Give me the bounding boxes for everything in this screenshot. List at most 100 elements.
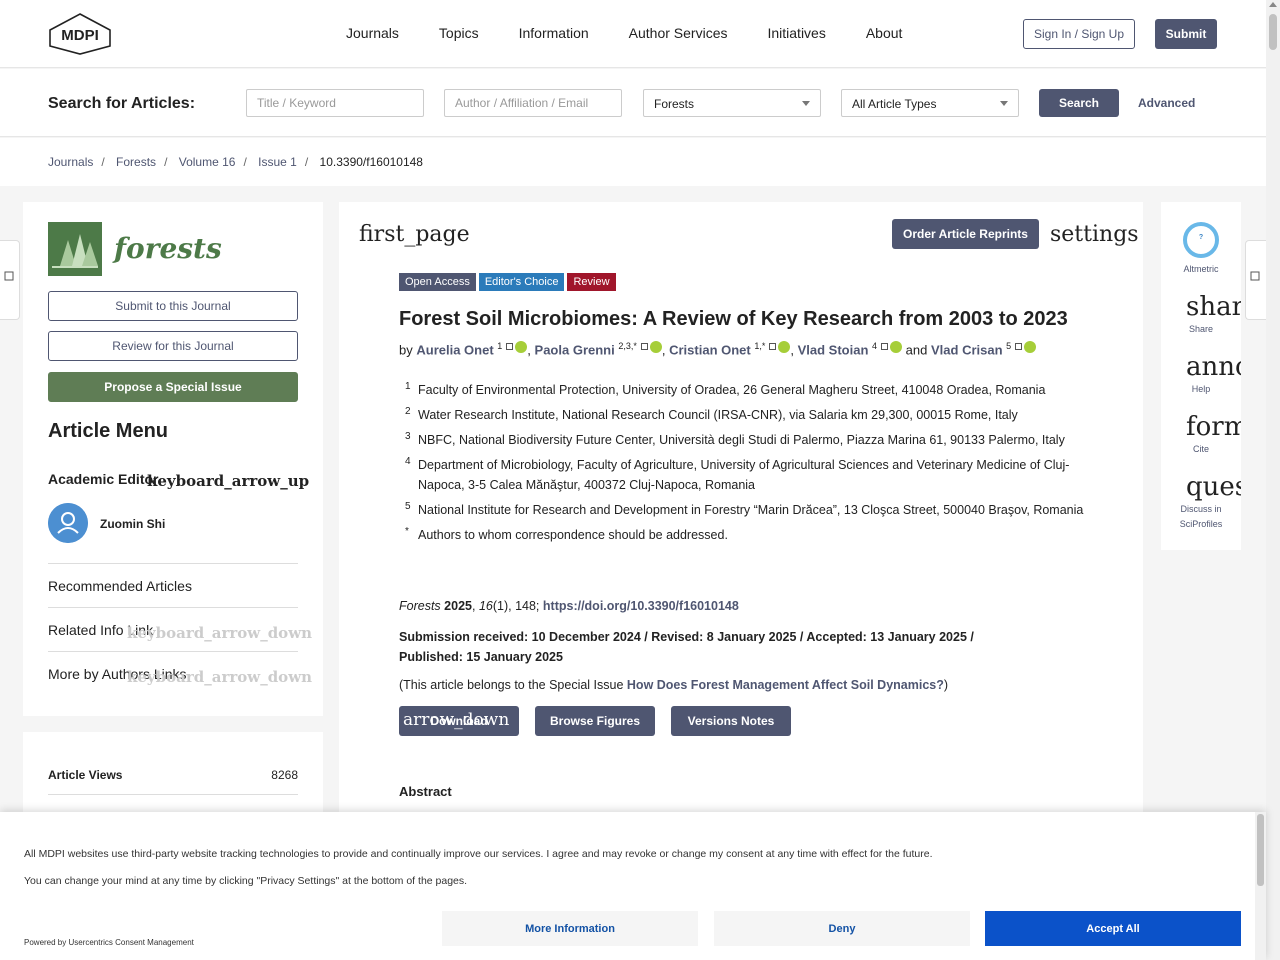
advanced-search-link[interactable]: Advanced <box>1138 96 1195 110</box>
propose-special-issue-button[interactable]: Propose a Special Issue <box>48 372 298 402</box>
affiliation-item: 5 National Institute for Research and Dev… <box>399 500 1089 520</box>
author-sup: 4 <box>872 341 878 351</box>
altmetric-label[interactable]: Altmetric <box>1161 264 1241 274</box>
logo-text: MDPI <box>61 27 99 44</box>
chevron-down-icon <box>1000 101 1008 106</box>
nav-author-services[interactable]: Author Services <box>629 25 728 41</box>
scrollbar-thumb[interactable] <box>1269 14 1277 50</box>
keyboard-arrow-down-icon: keyboard_arrow_down <box>127 624 313 642</box>
affiliation-item: 3 NBFC, National Biodiversity Future Cent… <box>399 430 1089 450</box>
announcement-icon[interactable]: annou <box>1186 352 1241 382</box>
nav-initiatives[interactable]: Initiatives <box>767 25 825 41</box>
orcid-icon[interactable] <box>778 340 791 353</box>
special-issue-link[interactable]: How Does Forest Management Affect Soil D… <box>627 678 944 692</box>
right-side-tab[interactable] <box>1245 240 1266 320</box>
orcid-icon[interactable] <box>1024 340 1037 353</box>
abstract-heading: Abstract <box>399 784 452 799</box>
left-side-tab[interactable] <box>0 240 20 320</box>
affiliation-text: National Institute for Research and Deve… <box>418 503 1084 517</box>
accept-all-button[interactable]: Accept All <box>985 911 1241 946</box>
cite-label[interactable]: Cite <box>1161 444 1241 454</box>
keyboard-arrow-down-icon: keyboard_arrow_down <box>127 668 313 686</box>
journal-name[interactable]: forests <box>114 232 222 265</box>
orcid-icon[interactable] <box>890 340 903 353</box>
help-label[interactable]: Help <box>1161 384 1241 394</box>
author-link[interactable]: Vlad Crisan <box>931 342 1003 357</box>
article-views-label: Article Views <box>48 768 123 782</box>
author-link[interactable]: Aurelia Onet <box>416 342 493 357</box>
keyboard-arrow-up-icon[interactable]: keyboard_arrow_up <box>147 472 309 490</box>
breadcrumb-forests[interactable]: Forests <box>116 155 156 169</box>
consent-scrollbar-thumb[interactable] <box>1257 814 1264 886</box>
first-page-icon[interactable]: first_page <box>359 222 470 247</box>
article-views-value: 8268 <box>271 768 298 782</box>
order-reprints-button[interactable]: Order Article Reprints <box>892 219 1039 249</box>
nav-journals[interactable]: Journals <box>346 25 399 41</box>
author-link[interactable]: Vlad Stoian <box>798 342 869 357</box>
citation-journal: Forests <box>399 599 441 613</box>
review-badge[interactable]: Review <box>567 273 616 291</box>
page-scrollbar[interactable] <box>1266 0 1280 960</box>
affiliation-number: * <box>405 526 409 537</box>
affiliations: 1 Faculty of Environmental Protection, Un… <box>399 380 1089 550</box>
sign-in-button[interactable]: Sign In / Sign Up <box>1023 19 1135 49</box>
more-information-button[interactable]: More Information <box>442 911 698 946</box>
breadcrumb-issue[interactable]: Issue 1 <box>258 155 297 169</box>
title-keyword-input[interactable]: Title / Keyword <box>246 89 424 117</box>
versions-notes-button[interactable]: Versions Notes <box>671 706 791 736</box>
nav-information[interactable]: Information <box>519 25 589 41</box>
question-answer-icon[interactable]: quest <box>1186 472 1241 502</box>
editors-choice-badge[interactable]: Editor's Choice <box>478 273 565 291</box>
nav-topics[interactable]: Topics <box>439 25 479 41</box>
orcid-icon[interactable] <box>649 340 662 353</box>
search-button[interactable]: Search <box>1039 89 1119 117</box>
settings-icon[interactable]: settings <box>1050 222 1139 247</box>
email-icon[interactable] <box>881 343 889 351</box>
doi-link[interactable]: https://doi.org/10.3390/f16010148 <box>543 599 739 613</box>
email-icon[interactable] <box>1015 343 1023 351</box>
article-type-select[interactable]: All Article Types <box>841 89 1019 117</box>
editor-name[interactable]: Zuomin Shi <box>100 517 165 531</box>
article-content: first_page Order Article Reprints settin… <box>339 202 1143 822</box>
panel-icon <box>1250 271 1260 281</box>
author-list: by Aurelia Onet 1, Paola Grenni 2,3,*, C… <box>399 340 1037 357</box>
deny-button[interactable]: Deny <box>714 911 970 946</box>
email-icon[interactable] <box>640 343 648 351</box>
citation-rest: (1), 148; <box>492 599 540 613</box>
author-link[interactable]: Cristian Onet <box>669 342 751 357</box>
submit-button[interactable]: Submit <box>1155 19 1217 49</box>
nav-about[interactable]: About <box>866 25 903 41</box>
journal-select[interactable]: Forests <box>643 89 821 117</box>
scroll-up-arrow-icon[interactable] <box>1269 2 1277 7</box>
affiliation-number: 5 <box>405 501 411 512</box>
consent-scrollbar[interactable] <box>1255 812 1266 960</box>
academic-editor-label[interactable]: Academic Editor <box>48 471 158 487</box>
open-access-badge[interactable]: Open Access <box>399 273 476 291</box>
breadcrumb-journals[interactable]: Journals <box>48 155 93 169</box>
share-icon[interactable]: share <box>1186 292 1241 322</box>
citation-volume: 16 <box>478 599 493 613</box>
submit-to-journal-button[interactable]: Submit to this Journal <box>48 291 298 321</box>
mdpi-logo[interactable]: MDPI <box>48 12 112 56</box>
review-for-journal-button[interactable]: Review for this Journal <box>48 331 298 361</box>
author-affiliation-input[interactable]: Author / Affiliation / Email <box>444 89 622 117</box>
consent-text-line2: You can change your mind at any time by … <box>24 875 468 887</box>
email-icon[interactable] <box>506 343 514 351</box>
share-label[interactable]: Share <box>1161 324 1241 334</box>
breadcrumb-doi: 10.3390/f16010148 <box>319 155 423 169</box>
top-navbar: MDPI Journals Topics Information Author … <box>0 0 1266 68</box>
discuss-label-line2[interactable]: SciProfiles <box>1161 519 1241 529</box>
orcid-icon[interactable] <box>515 340 528 353</box>
powered-by-label[interactable]: Powered by Usercentrics Consent Manageme… <box>24 938 194 947</box>
discuss-label-line1[interactable]: Discuss in <box>1161 504 1241 514</box>
email-icon[interactable] <box>769 343 777 351</box>
altmetric-icon[interactable]: ? <box>1183 222 1219 258</box>
recommended-articles-item[interactable]: Recommended Articles <box>48 563 298 607</box>
search-bar: Search for Articles: Title / Keyword Aut… <box>0 69 1266 137</box>
author-link[interactable]: Paola Grenni <box>535 342 615 357</box>
forests-logo-icon[interactable] <box>48 222 102 276</box>
format-quote-icon[interactable]: forma <box>1186 412 1241 442</box>
breadcrumb-volume[interactable]: Volume 16 <box>179 155 236 169</box>
affiliation-text: Department of Microbiology, Faculty of A… <box>418 458 1070 492</box>
browse-figures-button[interactable]: Browse Figures <box>535 706 655 736</box>
